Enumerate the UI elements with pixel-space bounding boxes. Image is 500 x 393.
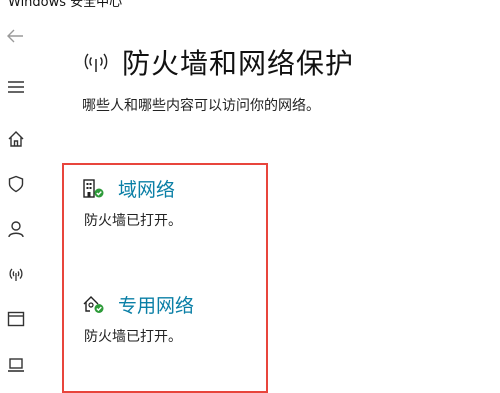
page-subtitle: 哪些人和哪些内容可以访问你的网络。 (82, 98, 320, 114)
shield-icon (8, 175, 24, 193)
private-network-name: 专用网络 (118, 295, 195, 317)
account-icon (8, 221, 24, 238)
domain-network-status: 防火墙已打开。 (84, 213, 182, 229)
home-icon (8, 131, 24, 147)
private-network-link[interactable]: 专用网络 (82, 291, 194, 318)
domain-network-icon (82, 178, 108, 200)
domain-network-name: 域网络 (118, 179, 176, 201)
menu-button[interactable] (5, 76, 27, 98)
device-laptop-icon (8, 358, 24, 372)
network-wireless-icon (80, 51, 112, 73)
network-wireless-icon (9, 268, 23, 281)
app-title: Windows 安全中心 (8, 0, 123, 10)
page-header: 防火墙和网络保护 (80, 42, 354, 82)
nav-item-app-browser-control[interactable] (5, 308, 27, 330)
private-network-status: 防火墙已打开。 (84, 329, 182, 345)
app-browser-icon (7, 311, 25, 327)
nav-item-firewall-network[interactable] (5, 263, 27, 285)
page-title: 防火墙和网络保护 (122, 47, 355, 80)
hamburger-menu-icon (8, 81, 24, 93)
back-arrow-icon (7, 29, 23, 43)
domain-network-link[interactable]: 域网络 (82, 175, 175, 202)
back-button[interactable] (5, 26, 25, 46)
nav-item-account-protection[interactable] (5, 218, 27, 240)
private-network-icon (82, 294, 108, 316)
nav-item-virus-protection[interactable] (5, 173, 27, 195)
nav-item-home[interactable] (5, 128, 27, 150)
